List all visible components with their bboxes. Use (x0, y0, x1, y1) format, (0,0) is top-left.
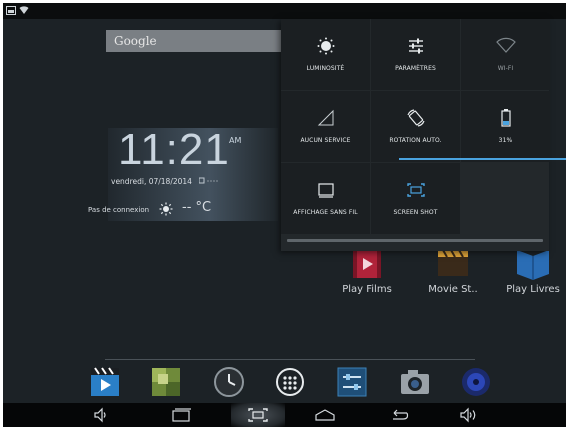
qs-tile-label: PARAMÈTRES (395, 65, 436, 72)
sun-icon (159, 202, 173, 216)
app-play-films[interactable]: Play Films (342, 248, 392, 295)
wifi-icon (495, 37, 516, 53)
temperature: -- °C (182, 200, 212, 215)
app-movie-studio[interactable]: Movie St.. (428, 248, 478, 295)
settings-app-icon[interactable] (336, 366, 368, 398)
app-drawer-icon[interactable] (274, 366, 306, 398)
recent-apps-icon[interactable] (169, 407, 193, 423)
wifi-status-icon (19, 6, 29, 14)
play-films-icon (353, 250, 381, 278)
video-app-icon[interactable] (89, 366, 121, 398)
app-label: Movie St.. (428, 284, 478, 295)
clock-date: vendredi, 07/18/2014 (111, 177, 192, 186)
qs-tile-cast-screen[interactable]: AFFICHAGE SANS FIL (281, 163, 370, 234)
gallery-app-icon[interactable] (150, 366, 182, 398)
qs-tile-label: ROTATION AUTO. (389, 137, 442, 144)
qs-drag-handle[interactable] (287, 239, 543, 242)
quick-settings-panel: LUMINOSITÉ PARAMÈTRES WI-FI AUCUN SERVIC… (281, 19, 550, 251)
qs-tile-auto-rotate[interactable]: ROTATION AUTO. (371, 91, 460, 162)
volume-down-icon[interactable] (89, 407, 113, 423)
auto-rotate-icon (406, 109, 425, 127)
qs-tile-label: AFFICHAGE SANS FIL (293, 209, 358, 216)
clock-app-icon[interactable] (213, 366, 245, 398)
qs-tile-no-service[interactable]: AUCUN SERVICE (281, 91, 370, 162)
alarm-icon (199, 177, 218, 184)
screenshot-nav-icon[interactable] (246, 407, 270, 423)
camera-app-icon[interactable] (399, 366, 431, 398)
clock-ampm: AM (229, 136, 242, 145)
settings-sliders-icon (408, 38, 423, 54)
back-icon[interactable] (387, 407, 411, 423)
screenshot-icon (406, 183, 425, 197)
qs-tile-label: AUCUN SERVICE (300, 137, 351, 144)
play-livres-icon (517, 250, 549, 280)
movie-studio-icon (438, 249, 468, 276)
google-search-bar[interactable]: Google (106, 30, 296, 52)
app-label: Play Films (342, 284, 392, 295)
qs-tile-label: WI-FI (497, 65, 514, 72)
brightness-slider-line[interactable] (399, 158, 566, 160)
brightness-icon (317, 37, 334, 55)
qs-tile-wifi[interactable]: WI-FI (461, 19, 550, 90)
battery-icon (500, 109, 511, 127)
weather-connection-status: Pas de connexion (88, 206, 150, 214)
cast-screen-icon (317, 183, 334, 198)
qs-tile-screenshot[interactable]: SCREEN SHOT (371, 163, 460, 234)
qs-tile-label: LUMINOSITÉ (306, 65, 345, 72)
qs-tile-brightness[interactable]: LUMINOSITÉ (281, 19, 370, 90)
status-bar[interactable] (3, 3, 566, 19)
volume-up-icon[interactable] (457, 407, 481, 423)
dock-divider (105, 359, 475, 360)
qs-tile-settings[interactable]: PARAMÈTRES (371, 19, 460, 90)
qs-tile-label: SCREEN SHOT (393, 209, 438, 216)
navigation-bar (3, 403, 566, 427)
qs-tile-battery[interactable]: 31% (461, 91, 550, 162)
music-app-icon[interactable] (460, 366, 492, 398)
qs-tile-label: 31% (498, 137, 513, 144)
screenshot-notification-icon (6, 6, 16, 15)
tablet-screen: Google 11:21 AM vendredi, 07/18/2014 Pas… (3, 3, 566, 427)
clock-time: 11:21 (118, 125, 230, 174)
app-play-livres[interactable]: Play Livres (506, 248, 560, 295)
home-icon[interactable] (313, 407, 337, 423)
app-label: Play Livres (506, 284, 560, 295)
no-signal-icon (317, 109, 333, 126)
